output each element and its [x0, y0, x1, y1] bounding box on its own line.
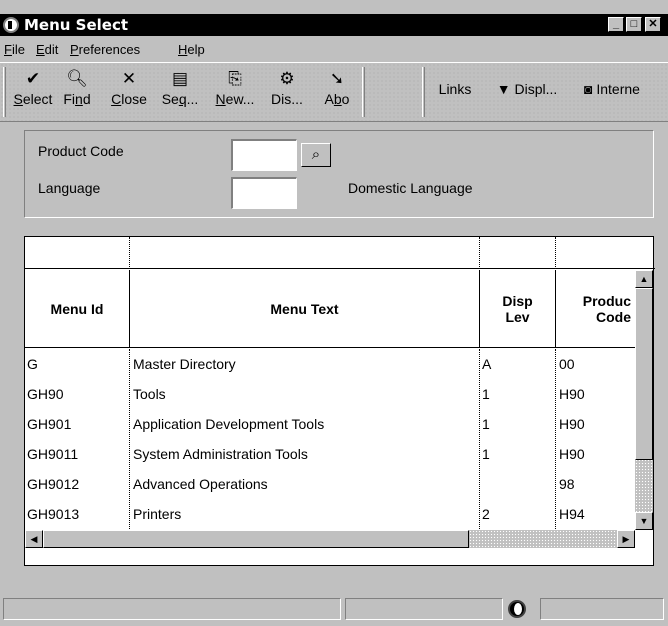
sequence-icon: ▤ [171, 69, 189, 88]
horizontal-scrollbar[interactable]: ◀ ▶ [25, 530, 635, 548]
minimize-button[interactable]: _ [608, 17, 624, 32]
table-row[interactable]: GH9013 Printers 2 H94 [25, 499, 635, 529]
product-code-label: Product Code [38, 143, 124, 159]
column-header-disp-lev[interactable]: Disp Lev [480, 270, 555, 348]
table-row[interactable]: GH9011 System Administration Tools 1 H90 [25, 439, 635, 469]
display-menu-button[interactable]: ▼ Displ... [484, 81, 570, 105]
scroll-left-button[interactable]: ◀ [25, 530, 43, 548]
display-button[interactable]: ⚙ Dis... [264, 67, 310, 119]
links-button[interactable]: Links [430, 81, 480, 105]
horizontal-scroll-thumb[interactable] [43, 530, 469, 548]
close-button[interactable]: ✕ [645, 17, 661, 32]
menu-preferences[interactable]: Preferences [70, 42, 140, 57]
arrow-left-icon: ◀ [30, 534, 38, 544]
table-row[interactable]: GH9012 Advanced Operations 98 [25, 469, 635, 499]
flashlight-icon: ⌕ [311, 146, 321, 163]
header-panel: Product Code ⌕ Language Domestic Languag… [24, 130, 654, 218]
menu-help[interactable]: Help [178, 42, 205, 57]
domestic-language-text: Domestic Language [348, 180, 473, 196]
toolbar-separator [362, 67, 365, 117]
menu-select-window: Menu Select _ □ ✕ File Edit Preferences … [0, 0, 668, 626]
dropdown-arrow-icon: ▼ [496, 81, 511, 97]
table-row[interactable]: GH90 Tools 1 H90 [25, 379, 635, 409]
status-pane-secondary [345, 598, 503, 620]
column-header-menu-text[interactable]: Menu Text [130, 270, 479, 348]
title-bar[interactable]: Menu Select _ □ ✕ [0, 14, 668, 36]
find-icon: 🔍︎ [66, 69, 88, 88]
visual-assist-button[interactable]: ⌕ [301, 143, 331, 167]
window-title: Menu Select [24, 16, 129, 34]
toolbar-grip[interactable] [3, 67, 6, 117]
toolbar-grip-links[interactable] [422, 67, 425, 117]
column-header-product-code[interactable]: Produc Code [556, 270, 635, 348]
about-icon: ➘ [329, 69, 345, 88]
status-pane-main [3, 598, 341, 620]
menu-grid: Menu Id Menu Text Disp Lev Produc Code G… [24, 236, 655, 566]
internet-button[interactable]: ◙ Interne [584, 81, 668, 105]
language-input[interactable] [231, 177, 297, 209]
scroll-right-button[interactable]: ▶ [617, 530, 635, 548]
table-row[interactable]: GH901 Application Development Tools 1 H9… [25, 409, 635, 439]
seq-button[interactable]: ▤ Seq... [156, 67, 204, 119]
scroll-down-button[interactable]: ▼ [635, 512, 653, 530]
arrow-up-icon: ▲ [639, 274, 649, 284]
product-code-input[interactable] [231, 139, 297, 171]
menu-edit[interactable]: Edit [36, 42, 58, 57]
select-button[interactable]: ✔ Select [10, 67, 56, 119]
display-icon: ⚙ [279, 69, 295, 88]
column-header-menu-id[interactable]: Menu Id [25, 270, 129, 348]
about-button[interactable]: ➘ Abo [318, 67, 356, 119]
status-pane-right [540, 598, 664, 620]
query-by-example-row[interactable] [25, 237, 655, 269]
status-bar [0, 596, 668, 622]
arrow-right-icon: ▶ [622, 534, 630, 544]
arrow-down-icon: ▼ [639, 516, 649, 526]
menu-bar: File Edit Preferences Help [0, 38, 668, 60]
maximize-button[interactable]: □ [626, 17, 642, 32]
app-icon[interactable] [3, 17, 19, 33]
vertical-scroll-thumb[interactable] [635, 288, 653, 460]
close-toolbar-button[interactable]: ✕ Close [104, 67, 154, 119]
globe-icon [508, 600, 526, 618]
toolbar: ✔ Select 🔍︎ Find ✕ Close ▤ Seq... ⎘ New.… [0, 62, 668, 122]
x-icon: ✕ [121, 69, 137, 88]
menu-file[interactable]: File [4, 42, 25, 57]
new-icon: ⎘ [228, 69, 242, 88]
table-row[interactable]: G Master Directory A 00 [25, 349, 635, 379]
scroll-up-button[interactable]: ▲ [635, 270, 653, 288]
new-button[interactable]: ⎘ New... [210, 67, 260, 119]
internet-icon: ◙ [584, 81, 593, 97]
find-button[interactable]: 🔍︎ Find [58, 67, 96, 119]
checkmark-icon: ✔ [25, 69, 41, 88]
language-label: Language [38, 180, 101, 196]
vertical-scrollbar[interactable]: ▲ ▼ [635, 270, 653, 530]
